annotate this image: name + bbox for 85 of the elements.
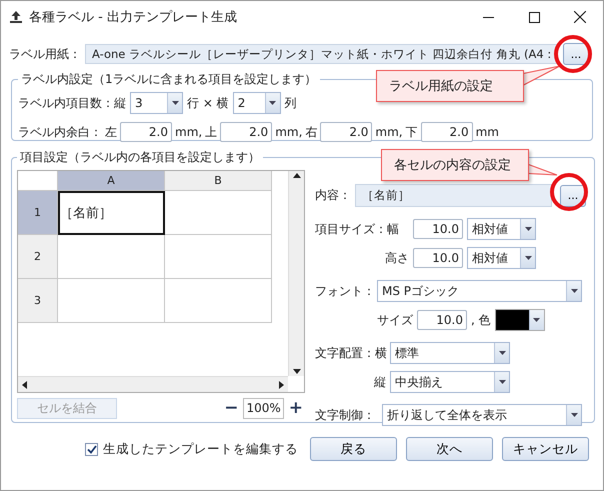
height-mode-dropdown[interactable]: 相対値 [467,247,536,269]
field-label: 内容： [315,187,351,204]
field-label: 高さ [384,250,409,266]
upload-icon [9,10,23,24]
field-label: サイズ [377,312,413,328]
margin-field[interactable]: 2.0 [320,122,372,142]
field-label: , 色 [471,312,491,328]
rows-combo[interactable]: 3 [130,92,183,114]
grid-cell[interactable]: ［名前］ [58,191,165,235]
caret-icon [524,227,532,231]
highlight-circle [554,35,592,73]
window-title: 各種ラベル - 出力テンプレート生成 [29,9,238,26]
field-label: 右 [305,124,318,140]
width-field[interactable]: 10.0 [413,219,463,239]
field-label: 文字制御： [315,406,376,424]
row-header[interactable]: 1 [18,191,58,235]
grid-corner[interactable] [18,171,58,191]
zoom-in-button[interactable]: + [286,398,305,418]
field-label: 上 [205,124,218,140]
down-arrow-icon[interactable] [292,369,300,374]
left-arrow-icon[interactable] [22,380,27,388]
content-field[interactable]: ［名前］ [355,184,552,207]
margin-field[interactable]: 2.0 [120,122,172,142]
highlight-circle [550,173,588,211]
width-mode-dropdown[interactable]: 相対値 [467,218,536,240]
dialog-button[interactable]: 戻る [310,437,397,461]
edit-template-checkbox[interactable]: 生成したテンプレートを編集する [85,440,298,458]
field-label: 文字配置：横 [315,344,386,362]
field-label: 左 [105,124,117,140]
vertical-scrollbar[interactable] [288,171,304,376]
caret-icon [498,351,506,355]
field-label: 列 [284,94,297,112]
columns-combo[interactable]: 2 [232,92,281,114]
minimize-icon [482,16,494,18]
horizontal-scrollbar[interactable] [18,376,288,392]
grid-cell[interactable] [165,279,272,323]
field-label: mm [476,125,499,139]
font-dropdown[interactable]: MS Pゴシック [377,280,582,302]
height-field[interactable]: 10.0 [413,248,463,268]
caret-icon [570,289,578,293]
text-control-dropdown[interactable]: 折り返して全体を表示 [382,404,582,426]
label-paper-button[interactable]: ... [563,43,589,65]
zoom-out-button[interactable]: − [222,398,240,418]
grid-cell[interactable] [58,279,165,323]
row-header[interactable]: 2 [18,235,58,279]
caret-icon [498,380,506,384]
vertical-align-dropdown[interactable]: 中央揃え [390,371,510,393]
grid-cell[interactable] [165,235,272,279]
dialog-button[interactable]: 次へ [406,437,493,461]
field-label: mm, [175,125,202,139]
grid-cell[interactable] [58,235,165,279]
label-paper-field[interactable]: A-one ラベルシール［レーザープリンタ］マット紙・ホワイト 四辺余白付 角丸 (A4 : [85,44,557,64]
field-label: mm, [275,125,302,139]
field-label: mm, [375,125,403,139]
caret-icon [269,101,276,105]
group-title: 項目設定（ラベル内の各項目を設定します） [19,149,261,166]
callout: 各セルの内容の設定 [381,149,529,181]
horizontal-align-dropdown[interactable]: 標準 [390,342,510,364]
field-label: ラベル用紙： [9,46,81,62]
field-label: 縦 [373,374,386,390]
field-label: ラベル内項目数：縦 [18,94,126,112]
field-label: 行 × 横 [187,94,229,112]
margin-field[interactable]: 2.0 [420,122,473,142]
field-label: ラベル内余白： [18,124,102,140]
field-label: 下 [406,124,418,140]
caret-icon [172,101,178,105]
maximize-icon [528,12,540,22]
dialog-button[interactable]: キャンセル [502,437,589,461]
caret-icon [533,318,540,322]
close-icon [574,11,586,23]
color-picker[interactable] [494,309,545,331]
grid-cell[interactable] [165,191,272,235]
column-header[interactable]: B [165,171,272,191]
font-size-field[interactable]: 10.0 [417,310,467,330]
right-arrow-icon[interactable] [279,380,284,388]
field-label: 項目サイズ：幅 [315,220,400,238]
group-title: ラベル内設定（1ラベルに含まれる項目を設定します） [20,71,318,88]
row-header[interactable]: 3 [18,279,58,323]
field-label: フォント： [315,282,373,300]
zoom-field[interactable]: 100% [243,398,284,418]
caret-icon [570,413,578,417]
column-header[interactable]: A [58,171,165,191]
up-arrow-icon[interactable] [292,173,300,178]
margin-field[interactable]: 2.0 [220,122,272,142]
caret-icon [524,256,532,260]
